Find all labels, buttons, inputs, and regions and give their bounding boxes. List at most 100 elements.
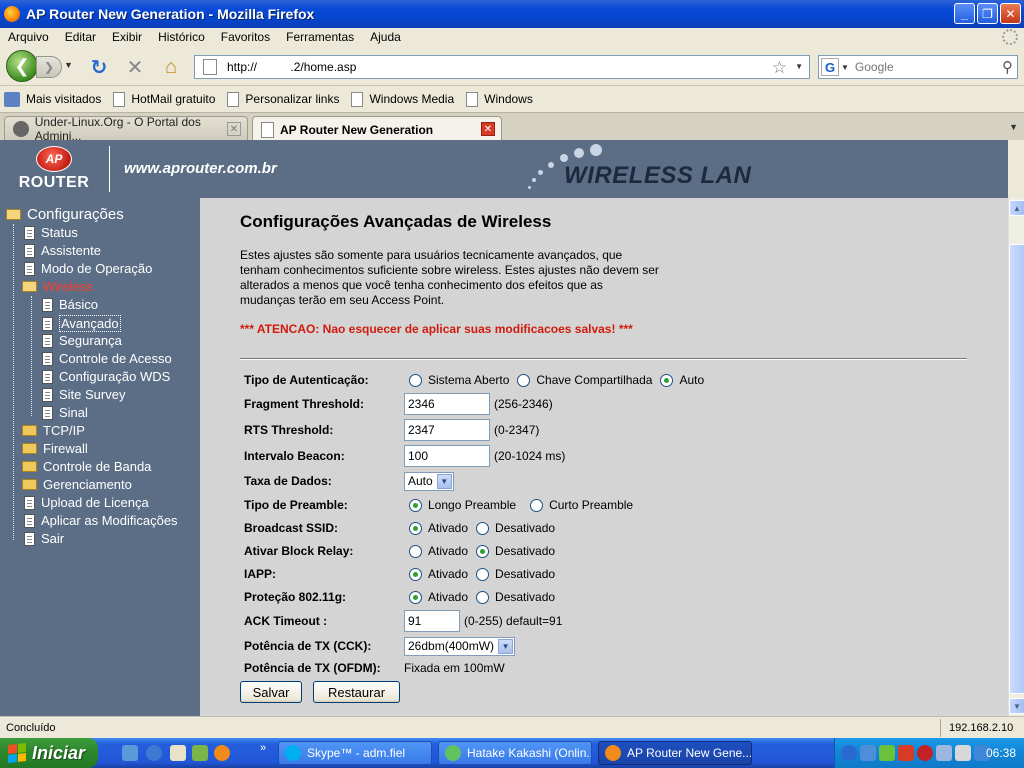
router-logo[interactable]: AP ROUTER [14, 146, 94, 194]
sidebar-item-controle-acesso[interactable]: Controle de Acesso [42, 351, 172, 366]
iapp-disabled-radio[interactable] [476, 567, 490, 581]
url-dropdown-icon[interactable]: ▼ [795, 62, 803, 71]
network-quicklaunch-icon[interactable] [122, 745, 138, 761]
preamble-short-option[interactable]: Curto Preamble [530, 498, 633, 512]
menu-editar[interactable]: Editar [65, 30, 96, 44]
tray-arrow-icon[interactable] [841, 745, 857, 761]
chevron-down-icon[interactable]: ▼ [498, 638, 514, 654]
sidebar-item-aplicar[interactable]: Aplicar as Modificações [24, 513, 178, 528]
forward-icon[interactable]: ❯ [36, 56, 62, 78]
protection-enabled-option[interactable]: Ativado [409, 590, 468, 604]
preamble-long-radio[interactable] [409, 498, 422, 512]
menu-ferramentas[interactable]: Ferramentas [286, 30, 354, 44]
close-tab-icon[interactable]: ✕ [481, 122, 495, 136]
sidebar-item-site-survey[interactable]: Site Survey [42, 387, 125, 402]
bookmark-hotmail[interactable]: HotMail gratuito [113, 91, 215, 107]
block-relay-enabled-option[interactable]: Ativado [409, 544, 468, 558]
sidebar-item-assistente[interactable]: Assistente [24, 243, 101, 258]
iapp-enabled-radio[interactable] [409, 567, 422, 581]
tray-alert-icon[interactable] [917, 745, 933, 761]
search-input[interactable] [854, 60, 995, 74]
minimize-icon[interactable]: _ [954, 3, 975, 24]
close-tab-icon[interactable]: ✕ [227, 122, 241, 136]
bookmark-personalizar[interactable]: Personalizar links [227, 91, 339, 107]
menu-historico[interactable]: Histórico [158, 30, 205, 44]
menu-arquivo[interactable]: Arquivo [8, 30, 49, 44]
data-rate-select[interactable]: Auto ▼ [404, 471, 454, 491]
notepad-quicklaunch-icon[interactable] [170, 745, 186, 761]
search-engine-dropdown-icon[interactable]: ▼ [841, 63, 849, 72]
menu-exibir[interactable]: Exibir [112, 30, 142, 44]
block-relay-disabled-radio[interactable] [476, 544, 490, 558]
scroll-thumb[interactable] [1009, 244, 1024, 694]
search-icon[interactable]: ⚲ [1002, 58, 1013, 76]
tx-power-cck-select[interactable]: 26dbm(400mW) ▼ [404, 636, 516, 656]
tray-monitor-icon[interactable] [936, 745, 952, 761]
search-bar[interactable]: G ▼ ⚲ [818, 55, 1018, 79]
start-button[interactable]: Iniciar [0, 738, 98, 768]
iapp-disabled-option[interactable]: Desativado [476, 567, 555, 581]
scroll-up-icon[interactable]: ▲ [1009, 200, 1024, 216]
reset-button[interactable]: Restaurar [313, 681, 400, 703]
sidebar-item-seguranca[interactable]: Segurança [42, 333, 122, 348]
menu-favoritos[interactable]: Favoritos [221, 30, 270, 44]
home-icon[interactable]: ⌂ [160, 56, 182, 78]
block-relay-disabled-option[interactable]: Desativado [476, 544, 555, 558]
ssid-enabled-radio[interactable] [409, 521, 422, 535]
auth-auto-radio[interactable] [660, 373, 674, 387]
protection-disabled-radio[interactable] [476, 590, 490, 604]
sidebar-item-controle-banda[interactable]: Controle de Banda [22, 459, 151, 474]
url-bar[interactable]: ☆ ▼ [194, 55, 810, 79]
tray-shield-icon[interactable] [879, 745, 895, 761]
close-icon[interactable]: ✕ [1000, 3, 1021, 24]
sidebar-item-tcpip[interactable]: TCP/IP [22, 423, 85, 438]
preamble-short-radio[interactable] [530, 498, 544, 512]
sidebar-item-basico[interactable]: Básico [42, 297, 98, 312]
bookmark-windows[interactable]: Windows [466, 91, 533, 107]
sidebar-item-sair[interactable]: Sair [24, 531, 64, 546]
ie-quicklaunch-icon[interactable] [146, 745, 162, 761]
menu-ajuda[interactable]: Ajuda [370, 30, 401, 44]
sidebar-item-modo-operacao[interactable]: Modo de Operação [24, 261, 152, 276]
ssid-enabled-option[interactable]: Ativado [409, 521, 468, 535]
back-icon[interactable]: ❮ [6, 50, 38, 82]
firefox-quicklaunch-icon[interactable] [214, 745, 230, 761]
tree-root-configuracoes[interactable]: Configurações [6, 206, 124, 223]
tray-volume-icon[interactable] [955, 745, 971, 761]
preamble-long-option[interactable]: Longo Preamble [409, 498, 516, 512]
stop-icon[interactable]: ✕ [124, 56, 146, 79]
protection-enabled-radio[interactable] [409, 590, 422, 604]
sidebar-item-gerenciamento[interactable]: Gerenciamento [22, 477, 132, 492]
auth-shared-key-option[interactable]: Chave Compartilhada [517, 373, 652, 387]
sidebar-item-wireless[interactable]: Wireless [22, 279, 93, 294]
ack-timeout-input[interactable] [404, 610, 460, 632]
restore-icon[interactable]: ❐ [977, 3, 998, 24]
ssid-disabled-option[interactable]: Desativado [476, 521, 555, 535]
tray-antivirus-icon[interactable] [898, 745, 914, 761]
auth-shared-radio[interactable] [517, 373, 531, 387]
sidebar-item-wds[interactable]: Configuração WDS [42, 369, 170, 384]
bookmark-windows-media[interactable]: Windows Media [351, 91, 454, 107]
history-dropdown-icon[interactable]: ▼ [64, 60, 73, 70]
vertical-scrollbar[interactable]: ▲ ▼ [1008, 198, 1024, 716]
taskbar-messenger[interactable]: Hatake Kakashi (Onlin... [438, 741, 592, 765]
sidebar-item-avancado[interactable]: Avançado [42, 315, 121, 332]
tray-network-icon[interactable] [860, 745, 876, 761]
tab-under-linux[interactable]: Under-Linux.Org - O Portal dos Admini...… [4, 115, 248, 143]
auth-open-radio[interactable] [409, 373, 422, 387]
taskbar-firefox[interactable]: AP Router New Gene... [598, 741, 752, 765]
sidebar-item-sinal[interactable]: Sinal [42, 405, 88, 420]
scroll-down-icon[interactable]: ▼ [1009, 698, 1024, 714]
save-button[interactable]: Salvar [240, 681, 302, 703]
desktop-quicklaunch-icon[interactable] [192, 745, 208, 761]
bookmark-star-icon[interactable]: ☆ [772, 58, 787, 78]
taskbar-skype[interactable]: Skype™ - adm.fiel [278, 741, 432, 765]
tab-list-dropdown-icon[interactable]: ▼ [1009, 122, 1018, 132]
tab-ap-router[interactable]: AP Router New Generation ✕ [252, 116, 502, 142]
beacon-interval-input[interactable] [404, 445, 490, 467]
ssid-disabled-radio[interactable] [476, 521, 490, 535]
chevron-down-icon[interactable]: ▼ [436, 473, 452, 489]
auth-open-system-option[interactable]: Sistema Aberto [409, 373, 509, 387]
sidebar-item-firewall[interactable]: Firewall [22, 441, 88, 456]
url-input[interactable] [227, 60, 727, 74]
